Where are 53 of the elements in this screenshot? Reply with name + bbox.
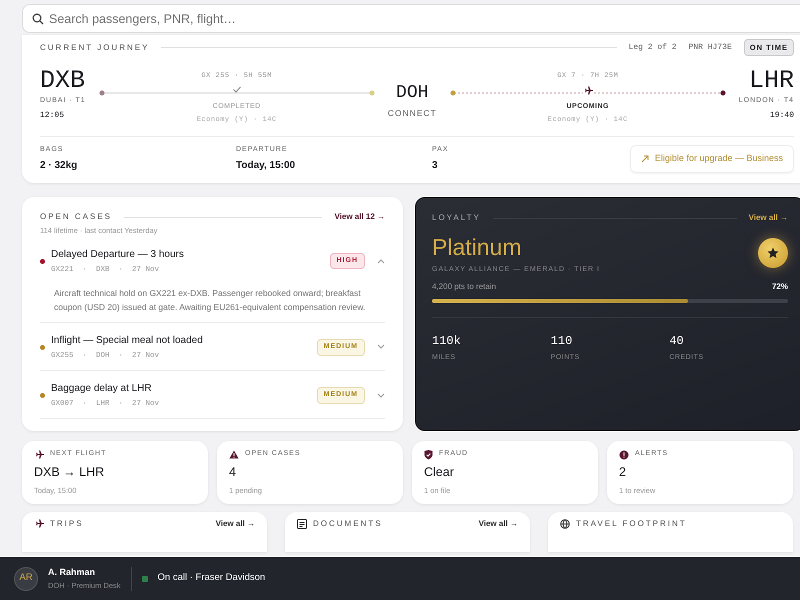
section-title: LOYALTY bbox=[432, 212, 481, 224]
view-all-link[interactable]: View all → bbox=[478, 518, 518, 530]
user-name: A. Rahman bbox=[48, 566, 96, 580]
section-title: CURRENT JOURNEY bbox=[40, 42, 150, 54]
airport-code: DXB bbox=[40, 68, 86, 94]
view-all-link[interactable]: View all → bbox=[216, 518, 255, 530]
departure-time: 19:40 bbox=[770, 110, 794, 122]
alert-icon bbox=[619, 450, 629, 460]
case-title: Baggage delay at LHR bbox=[51, 382, 153, 396]
globe-icon bbox=[560, 518, 570, 529]
detail-value: Today, 15:00 bbox=[236, 159, 296, 174]
summary-value: Clear bbox=[424, 464, 455, 481]
arrow-icon bbox=[640, 155, 649, 163]
chevron-icon[interactable] bbox=[377, 344, 385, 350]
section-title: OPEN CASES bbox=[40, 211, 112, 224]
star-icon bbox=[767, 246, 779, 259]
view-all-link[interactable]: View all 12 → bbox=[334, 211, 385, 224]
detail-value: 2 · 32kg bbox=[40, 159, 78, 174]
call-status: On call · Fraser Davidson bbox=[158, 571, 266, 586]
section-title: TRIPS bbox=[50, 518, 84, 530]
summary-value: 2 bbox=[619, 464, 627, 481]
tier-name: Platinum bbox=[432, 233, 522, 262]
plane-icon bbox=[34, 450, 44, 460]
summary-value: 4 bbox=[229, 464, 237, 481]
plane-icon bbox=[34, 519, 44, 528]
section-title: DOCUMENTS bbox=[313, 518, 383, 530]
check-icon bbox=[232, 86, 242, 93]
avatar: AR bbox=[14, 566, 38, 590]
chevron-icon[interactable] bbox=[377, 392, 385, 399]
document-icon bbox=[297, 518, 307, 529]
case-title: Delayed Departure — 3 hours bbox=[51, 248, 185, 262]
pnr-label: PNR HJ73E bbox=[688, 42, 732, 54]
view-all-link[interactable]: View all → bbox=[748, 212, 788, 224]
case-title: Inflight — Special meal not loaded bbox=[51, 334, 204, 348]
connection-code: DOH bbox=[396, 82, 428, 106]
leg-label: Leg 2 of 2 bbox=[628, 42, 677, 54]
stat-value: 110 bbox=[550, 333, 574, 350]
connection-label: CONNECT bbox=[388, 107, 437, 120]
airport-code: LHR bbox=[748, 68, 794, 94]
stat-value: 110k bbox=[432, 333, 462, 350]
summary-value: DXB → LHR bbox=[34, 464, 106, 481]
case-description: Aircraft technical hold on GX221 ex-DXB. Passenger rebooked onward; breakfast coupon (USD 20) issued at gate. Awaiting EU261-equivalent compensation review. bbox=[54, 286, 366, 314]
departure-time: 12:05 bbox=[40, 110, 64, 122]
progress-label: 4,200 pts to retain bbox=[432, 281, 496, 294]
warning-icon bbox=[229, 450, 239, 460]
chevron-icon[interactable] bbox=[377, 258, 385, 264]
shield-icon bbox=[424, 450, 433, 460]
search-icon bbox=[32, 13, 44, 25]
detail-value: 3 bbox=[432, 159, 439, 174]
progress-percent: 72% bbox=[772, 281, 788, 294]
search-field[interactable]: Search passengers, PNR, flight… bbox=[22, 4, 800, 33]
section-title: TRAVEL FOOTPRINT bbox=[576, 518, 687, 530]
stat-value: 40 bbox=[669, 333, 685, 350]
